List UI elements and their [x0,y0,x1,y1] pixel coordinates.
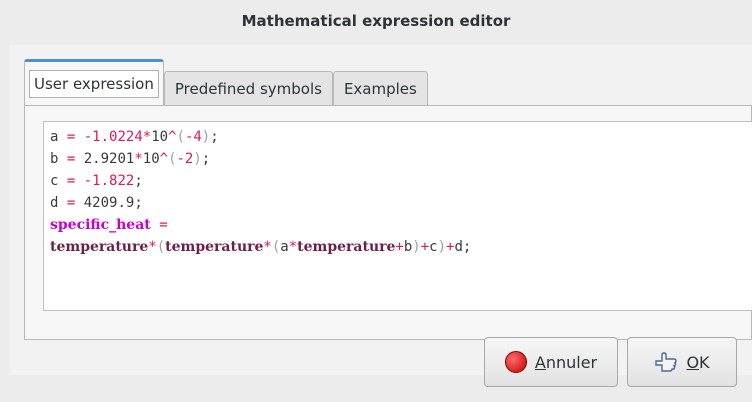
expression-editor[interactable]: a = -1.0224*10^(-4); b = 2.9201*10^(-2); c… [43,121,752,311]
tab-examples[interactable]: Examples [332,71,428,105]
editor-line-1: a = -1.0224*10^(-4); [50,129,219,145]
editor-line-2: b = 2.9201*10^(-2); [50,151,211,167]
dialog-content: User expression Predefined symbols Examp… [10,45,752,375]
tab-label: Examples [343,79,417,98]
tab-label: Predefined symbols [174,79,322,98]
tab-user-expression[interactable]: User expression [24,59,164,105]
ok-hand-icon [655,352,678,372]
ok-button-label: OK [686,352,710,372]
editor-line-3: c = -1.822; [50,173,143,189]
window-title-bar: Mathematical expression editor [0,0,752,42]
tab-predefined-symbols[interactable]: Predefined symbols [163,71,333,105]
window-title: Mathematical expression editor [241,12,511,30]
editor-line-4: d = 4209.9; [50,195,143,211]
tab-panel-user-expression: a = -1.0224*10^(-4); b = 2.9201*10^(-2); c… [24,105,752,340]
editor-line-6: temperature*(temperature*(a*temperature+… [50,239,472,255]
tab-label: User expression [29,69,159,98]
cancel-button-label: Annuler [534,352,598,372]
stop-icon [504,351,527,373]
tab-strip: User expression Predefined symbols Examp… [24,59,428,105]
cancel-button[interactable]: Annuler [484,337,618,387]
editor-line-5: specific_heat = [50,217,168,233]
ok-button[interactable]: OK [627,337,737,387]
